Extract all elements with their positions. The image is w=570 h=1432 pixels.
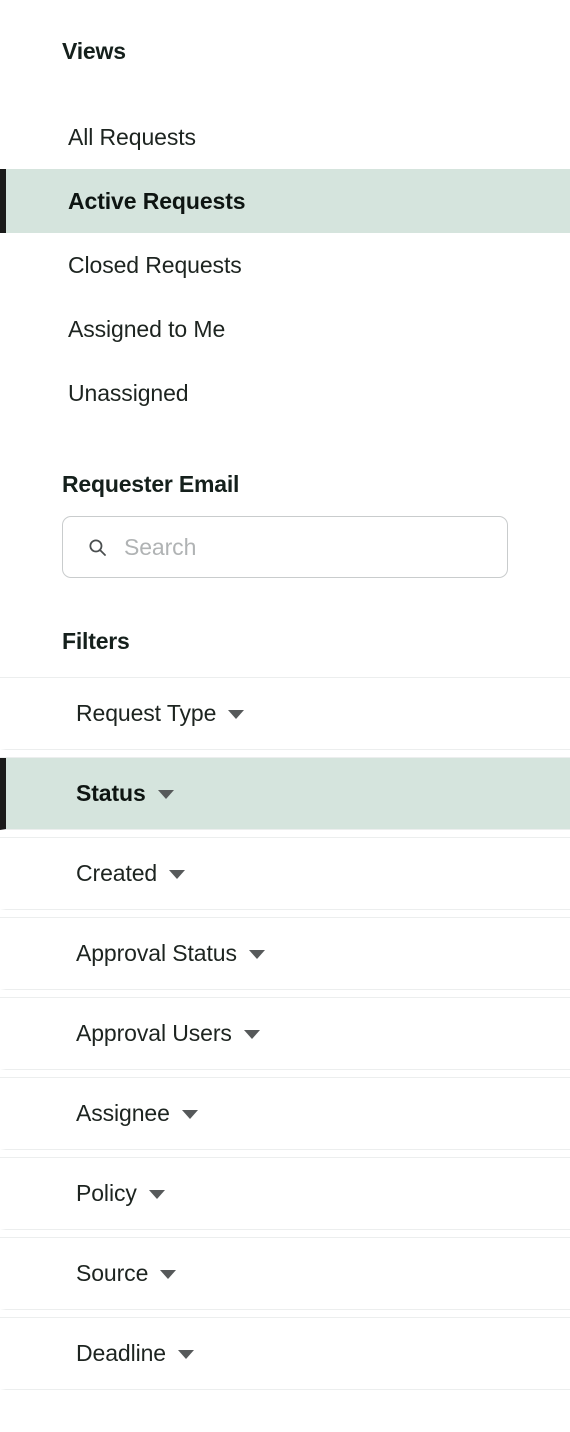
chevron-down-icon[interactable]	[228, 710, 245, 719]
filter-row-divider	[0, 1310, 570, 1318]
filter-row-divider	[0, 1150, 570, 1158]
filter-row-approval-users[interactable]: Approval Users	[0, 998, 570, 1070]
chevron-down-icon[interactable]	[157, 790, 174, 799]
chevron-down-icon[interactable]	[248, 950, 265, 959]
chevron-down-icon[interactable]	[243, 1030, 260, 1039]
view-item-label: Closed Requests	[68, 251, 242, 278]
requester-email-section: Requester Email	[0, 473, 570, 578]
filter-row-divider	[0, 990, 570, 998]
chevron-down-icon[interactable]	[178, 1350, 194, 1359]
filters-heading: Filters	[62, 628, 130, 654]
filter-row-status[interactable]: Status	[0, 758, 570, 830]
filter-row-created[interactable]: Created	[0, 838, 570, 910]
view-item-unassigned[interactable]: Unassigned	[0, 361, 570, 425]
view-item-closed-requests[interactable]: Closed Requests	[0, 233, 570, 297]
views-section: Views All Requests Active Requests Closed …	[0, 0, 570, 425]
chevron-down-icon[interactable]	[181, 1110, 198, 1119]
filter-row-divider	[0, 1070, 570, 1078]
filter-row-divider	[0, 1230, 570, 1238]
filter-row-deadline[interactable]: Deadline	[0, 1318, 570, 1390]
filter-sidebar-panel: Views All Requests Active Requests Closed …	[0, 0, 570, 1432]
filter-label: Created	[76, 860, 158, 886]
view-item-active-requests[interactable]: Active Requests	[0, 169, 570, 233]
filter-label: Deadline	[76, 1340, 166, 1366]
view-item-label: Assigned to Me	[68, 315, 226, 342]
chevron-down-icon[interactable]	[169, 870, 186, 879]
filter-label: Assignee	[76, 1100, 170, 1126]
view-item-label: Unassigned	[68, 379, 189, 406]
filter-row-divider	[0, 830, 570, 838]
filters-list: Request Type Status Created Approval Status…	[0, 677, 570, 1390]
view-item-all-requests[interactable]: All Requests	[0, 105, 570, 169]
filter-row-approval-status[interactable]: Approval Status	[0, 918, 570, 990]
filter-row-source[interactable]: Source	[0, 1238, 570, 1310]
filters-section: Filters Request Type Status Created Approva…	[0, 630, 570, 1390]
filter-row-assignee[interactable]: Assignee	[0, 1078, 570, 1150]
filter-label: Policy	[76, 1180, 137, 1206]
filter-label: Request Type	[76, 700, 217, 726]
chevron-down-icon[interactable]	[148, 1190, 165, 1199]
requester-email-search-box[interactable]	[62, 516, 508, 578]
search-icon	[89, 538, 106, 556]
views-heading: Views	[62, 38, 126, 64]
view-item-label: Active Requests	[68, 187, 246, 214]
filter-label: Status	[76, 780, 146, 806]
chevron-down-icon[interactable]	[160, 1270, 177, 1279]
view-item-label: All Requests	[68, 123, 196, 150]
filter-label: Approval Users	[76, 1020, 232, 1046]
filter-row-request-type[interactable]: Request Type	[0, 678, 570, 750]
filter-row-divider	[0, 910, 570, 918]
view-item-assigned-to-me[interactable]: Assigned to Me	[0, 297, 570, 361]
requester-email-heading: Requester Email	[62, 471, 240, 497]
filter-row-divider	[0, 750, 570, 758]
filter-label: Approval Status	[76, 940, 237, 966]
requester-email-search-input[interactable]	[124, 533, 464, 561]
filter-label: Source	[76, 1260, 149, 1286]
filter-row-policy[interactable]: Policy	[0, 1158, 570, 1230]
views-list: All Requests Active Requests Closed Reques…	[0, 105, 570, 425]
